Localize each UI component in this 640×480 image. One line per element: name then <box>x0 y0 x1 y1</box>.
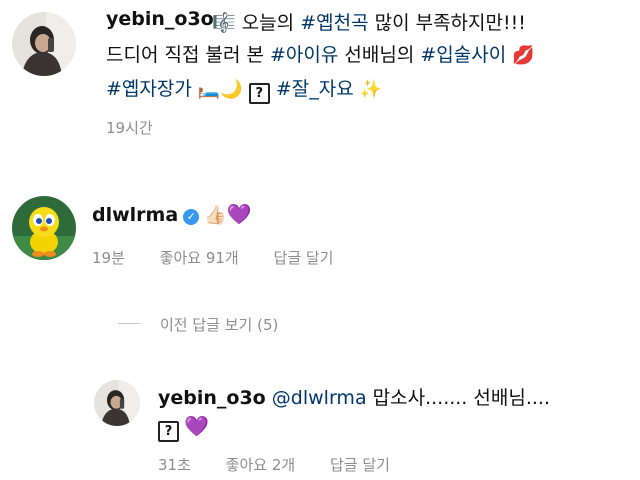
hashtag-link[interactable]: #옙자장가 <box>106 78 192 100</box>
reply-line-2: ? 💜 <box>158 414 209 442</box>
purple-heart-emoji: 💜 <box>226 202 252 226</box>
sparkles-emoji: ✨ <box>359 79 383 100</box>
comment-meta: 19분 좋아요 91개 답글 달기 <box>92 247 333 268</box>
comment-reply-button[interactable]: 답글 달기 <box>274 247 334 268</box>
unknown-glyph-icon: ? <box>158 421 179 442</box>
tweety-avatar-icon <box>12 196 76 260</box>
hashtag-link[interactable]: #옙천곡 <box>300 12 368 34</box>
post-username[interactable]: yebin_o3o <box>106 8 214 30</box>
post-timestamp: 19시간 <box>106 119 153 137</box>
mention-link[interactable]: @dlwlrma <box>272 387 367 409</box>
thumbs-up-emoji: 👍🏻 <box>204 205 227 226</box>
reply-reply-button[interactable]: 답글 달기 <box>330 454 390 475</box>
comment-header: dlwlrma ✓ 👍🏻💜 <box>92 202 252 226</box>
profile-photo-icon <box>94 380 140 426</box>
reply-text: 맙소사....... 선배님.... <box>366 387 550 409</box>
bed-moon-emoji: 🛏️🌙 <box>197 79 243 100</box>
reply-avatar[interactable] <box>94 380 140 426</box>
verified-badge-icon: ✓ <box>183 209 200 225</box>
caption-text: 드디어 직접 불러 본 <box>106 44 270 66</box>
post-caption-line-2: 드디어 직접 불러 본 #아이유 선배님의 #입술사이 💋 <box>106 40 535 67</box>
lips-emoji: 💋 <box>512 45 535 66</box>
comment-likes[interactable]: 좋아요 91개 <box>160 247 239 268</box>
hashtag-link[interactable]: #입술사이 <box>420 44 506 66</box>
caption-text: 🎼 오늘의 <box>212 12 301 34</box>
post-avatar[interactable] <box>12 12 76 76</box>
reply-meta: 31초 좋아요 2개 답글 달기 <box>158 454 390 475</box>
hashtag-link[interactable]: #아이유 <box>270 44 338 66</box>
replies-divider <box>118 323 140 324</box>
caption-text: 선배님의 <box>338 44 421 66</box>
purple-heart-emoji: 💜 <box>184 414 209 438</box>
view-previous-replies[interactable]: 이전 답글 보기 (5) <box>160 314 278 335</box>
reply-timestamp: 31초 <box>158 456 191 474</box>
unknown-glyph-icon: ? <box>248 83 270 104</box>
reply-username[interactable]: yebin_o3o <box>158 387 266 409</box>
post-caption-line-1: 🎼 오늘의 #옙천곡 많이 부족하지만!!! <box>212 8 526 35</box>
post-caption-line-3: #옙자장가 🛏️🌙 ? #잘_자요 ✨ <box>106 74 382 104</box>
comment-avatar[interactable] <box>12 196 76 260</box>
reply-likes[interactable]: 좋아요 2개 <box>226 454 296 475</box>
caption-text: 많이 부족하지만!!! <box>368 12 526 34</box>
comment-timestamp: 19분 <box>92 249 125 267</box>
reply-line-1: yebin_o3o @dlwlrma 맙소사....... 선배님.... <box>158 383 550 410</box>
profile-photo-icon <box>12 12 76 76</box>
comment-username[interactable]: dlwlrma <box>92 204 178 226</box>
hashtag-link[interactable]: #잘_자요 <box>276 78 354 100</box>
